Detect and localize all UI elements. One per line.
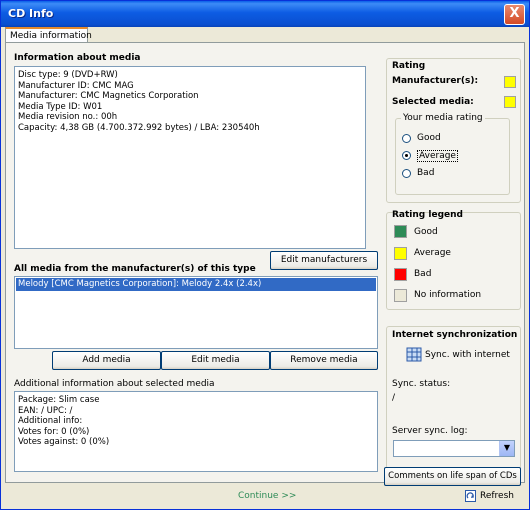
info-line: Media Type ID: W01	[18, 101, 103, 112]
legend-good-label: Good	[414, 227, 438, 237]
rating-title: Rating	[392, 61, 426, 71]
cd-info-window: CD Info X Media information Information …	[0, 0, 530, 510]
legend-good-swatch	[394, 225, 407, 238]
legend-average-swatch	[394, 247, 407, 260]
all-media-section-title: All media from the manufacturer(s) of th…	[14, 264, 256, 274]
rating-bad-label[interactable]: Bad	[417, 168, 434, 178]
tab-media-information[interactable]: Media information	[5, 27, 92, 43]
selected-media-rating-swatch	[504, 96, 516, 108]
legend-average-label: Average	[414, 248, 451, 258]
refresh-icon[interactable]	[464, 489, 477, 503]
rating-legend-group: Rating legend Good Average Bad No inform…	[386, 210, 521, 310]
manufacturers-rating-label: Manufacturer(s):	[392, 76, 479, 86]
sync-with-internet-button[interactable]: Sync. with internet	[425, 350, 510, 360]
close-button[interactable]: X	[504, 4, 525, 25]
title-bar[interactable]: CD Info X	[1, 1, 529, 27]
manufacturers-rating-swatch	[504, 76, 516, 88]
sync-status-label: Sync. status:	[392, 379, 451, 389]
list-item[interactable]: Melody [CMC Magnetics Corporation]: Melo…	[16, 278, 376, 291]
rating-average-label[interactable]: Average	[417, 150, 458, 162]
info-line: Capacity: 4,38 GB (4.700.372.992 bytes) …	[18, 122, 260, 133]
internet-sync-title: Internet synchronization	[392, 330, 518, 340]
refresh-button[interactable]: Refresh	[480, 491, 514, 501]
additional-line: Package: Slim case	[18, 395, 100, 405]
your-rating-group: Your media rating Good Average Bad	[395, 113, 510, 195]
additional-info-title: Additional information about selected me…	[14, 379, 215, 389]
media-list[interactable]: Melody [CMC Magnetics Corporation]: Melo…	[14, 276, 378, 349]
edit-media-button[interactable]: Edit media	[161, 351, 270, 370]
remove-media-button[interactable]: Remove media	[270, 351, 378, 370]
legend-bad-swatch	[394, 268, 407, 281]
selected-media-rating-label: Selected media:	[392, 97, 474, 107]
add-media-button[interactable]: Add media	[52, 351, 161, 370]
server-sync-log-label: Server sync. log:	[392, 426, 468, 436]
legend-no-info-swatch	[394, 289, 407, 302]
rating-good-radio[interactable]	[402, 134, 411, 143]
rating-average-radio[interactable]	[402, 151, 411, 160]
rating-bad-radio[interactable]	[402, 169, 411, 178]
footer-bar: Continue >> Refresh	[1, 484, 529, 509]
media-information-panel: Information about media Disc type: 9 (DV…	[5, 42, 525, 486]
chevron-down-icon[interactable]: ▼	[499, 441, 514, 456]
info-line: Media revision no.: 00h	[18, 112, 118, 122]
additional-line: EAN: / UPC: /	[18, 405, 73, 416]
edit-manufacturers-button[interactable]: Edit manufacturers	[270, 251, 378, 270]
info-section-title: Information about media	[14, 53, 141, 63]
rating-good-label[interactable]: Good	[417, 133, 441, 143]
info-line: Manufacturer ID: CMC MAG	[18, 80, 134, 91]
window-title: CD Info	[8, 7, 54, 20]
legend-no-info-label: No information	[414, 290, 482, 300]
legend-bad-label: Bad	[414, 269, 432, 279]
your-rating-title: Your media rating	[401, 113, 485, 123]
additional-info-textbox[interactable]: Package: Slim case EAN: / UPC: / Additio…	[14, 391, 378, 472]
server-sync-log-select[interactable]: ▼	[393, 440, 515, 457]
info-line: Disc type: 9 (DVD+RW)	[18, 70, 118, 80]
sync-status-value: /	[392, 393, 396, 403]
additional-line: Votes against: 0 (0%)	[18, 437, 110, 447]
info-line: Manufacturer: CMC Magnetics Corporation	[18, 91, 199, 101]
globe-sync-icon[interactable]	[406, 347, 422, 362]
media-info-textbox[interactable]: Disc type: 9 (DVD+RW) Manufacturer ID: C…	[14, 66, 366, 249]
rating-group: Rating Manufacturer(s): Selected media: …	[386, 58, 521, 203]
additional-line: Additional info:	[18, 416, 83, 426]
internet-sync-group: Internet synchronization Sync. with inte…	[386, 326, 521, 469]
continue-button[interactable]: Continue >>	[238, 491, 296, 501]
rating-legend-title: Rating legend	[392, 210, 463, 220]
additional-line: Votes for: 0 (0%)	[18, 426, 90, 437]
